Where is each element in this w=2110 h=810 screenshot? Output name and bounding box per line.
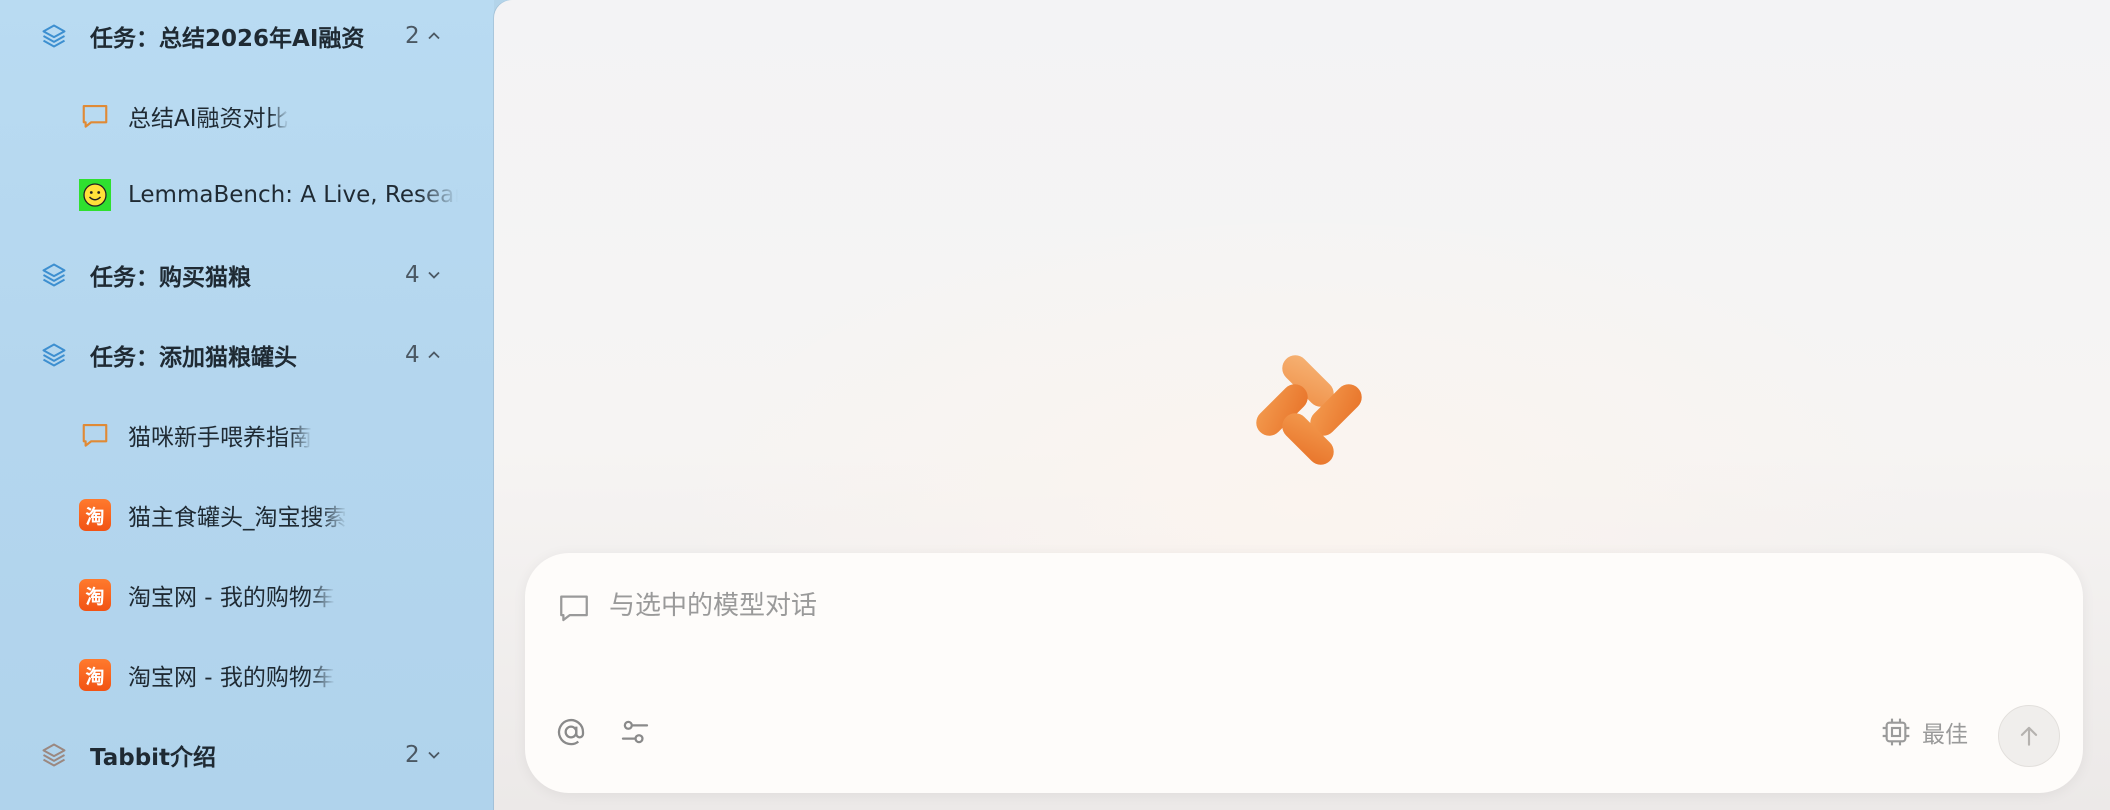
sidebar-item-cat-feeding-guide[interactable]: 猫咪新手喂养指南 xyxy=(0,405,494,465)
sliders-icon xyxy=(621,720,649,744)
sidebar-group-label: 任务：添加猫粮罐头 xyxy=(90,345,297,371)
sidebar-item-taobao-cart-1[interactable]: 淘 淘宝网 - 我的购物车 xyxy=(0,565,494,625)
sidebar-group-ai-funding[interactable]: 任务：总结2026年AI融资 2 xyxy=(0,6,494,66)
group-count: 2 xyxy=(405,23,442,49)
sidebar-item-label: 总结AI融资对比 xyxy=(128,106,289,132)
chevron-up-icon[interactable] xyxy=(426,347,442,363)
group-count: 4 xyxy=(405,262,442,288)
sidebar-group-buy-cat-food[interactable]: 任务：购买猫粮 4 xyxy=(0,245,494,305)
chevron-down-icon[interactable] xyxy=(426,267,442,283)
chat-composer: 最佳 xyxy=(525,553,2083,793)
sidebar-item-taobao-search[interactable]: 淘 猫主食罐头_淘宝搜索 xyxy=(0,485,494,545)
sidebar-group-label: 任务：购买猫粮 xyxy=(90,265,251,291)
sidebar-item-label: 淘宝网 - 我的购物车 xyxy=(128,585,335,611)
sidebar-item-lemmabench[interactable]: LemmaBench: A Live, Research xyxy=(0,165,494,225)
sidebar-item-label: 猫主食罐头_淘宝搜索 xyxy=(128,505,347,531)
sidebar-group-add-cat-cans[interactable]: 任务：添加猫粮罐头 4 xyxy=(0,325,494,385)
at-sign-icon xyxy=(557,718,585,746)
sidebar-item-label: 淘宝网 - 我的购物车 xyxy=(128,665,335,691)
settings-button[interactable] xyxy=(617,714,653,750)
app-logo-icon xyxy=(1256,355,1362,465)
sidebar-item-taobao-cart-2[interactable]: 淘 淘宝网 - 我的购物车 xyxy=(0,645,494,705)
model-label: 最佳 xyxy=(1922,722,1968,748)
group-count: 2 xyxy=(405,742,442,768)
sidebar-item-ai-funding-compare[interactable]: 总结AI融资对比 xyxy=(0,86,494,146)
sidebar: 任务：总结2026年AI融资 2 总结AI融资对比 LemmaBench: A … xyxy=(0,0,494,810)
chat-bubble-icon xyxy=(79,419,111,451)
sidebar-item-label: LemmaBench: A Live, Research xyxy=(128,182,458,208)
sidebar-item-label: 猫咪新手喂养指南 xyxy=(128,425,312,451)
send-button[interactable] xyxy=(1998,705,2060,767)
stack-icon xyxy=(38,20,70,52)
group-count: 4 xyxy=(405,342,442,368)
mention-button[interactable] xyxy=(553,714,589,750)
taobao-icon: 淘 xyxy=(79,499,111,531)
taobao-icon: 淘 xyxy=(79,659,111,691)
main-panel: 最佳 xyxy=(494,0,2110,810)
sidebar-group-label: 任务：总结2026年AI融资 xyxy=(90,26,365,52)
stack-icon xyxy=(38,339,70,371)
sidebar-group-tabbit-intro[interactable]: Tabbit介绍 2 xyxy=(0,725,494,785)
taobao-icon: 淘 xyxy=(79,579,111,611)
arrow-up-icon xyxy=(2020,726,2038,746)
stack-icon xyxy=(38,259,70,291)
chevron-down-icon[interactable] xyxy=(426,747,442,763)
smiley-favicon-icon xyxy=(79,179,111,211)
chat-bubble-icon xyxy=(560,595,588,622)
cpu-chip-icon xyxy=(1882,718,1910,746)
chat-bubble-icon xyxy=(79,100,111,132)
chevron-up-icon[interactable] xyxy=(426,28,442,44)
model-selector[interactable]: 最佳 xyxy=(1880,713,1968,751)
sidebar-group-label: Tabbit介绍 xyxy=(90,745,217,771)
stack-icon xyxy=(38,739,70,771)
chat-input[interactable] xyxy=(609,583,1809,629)
